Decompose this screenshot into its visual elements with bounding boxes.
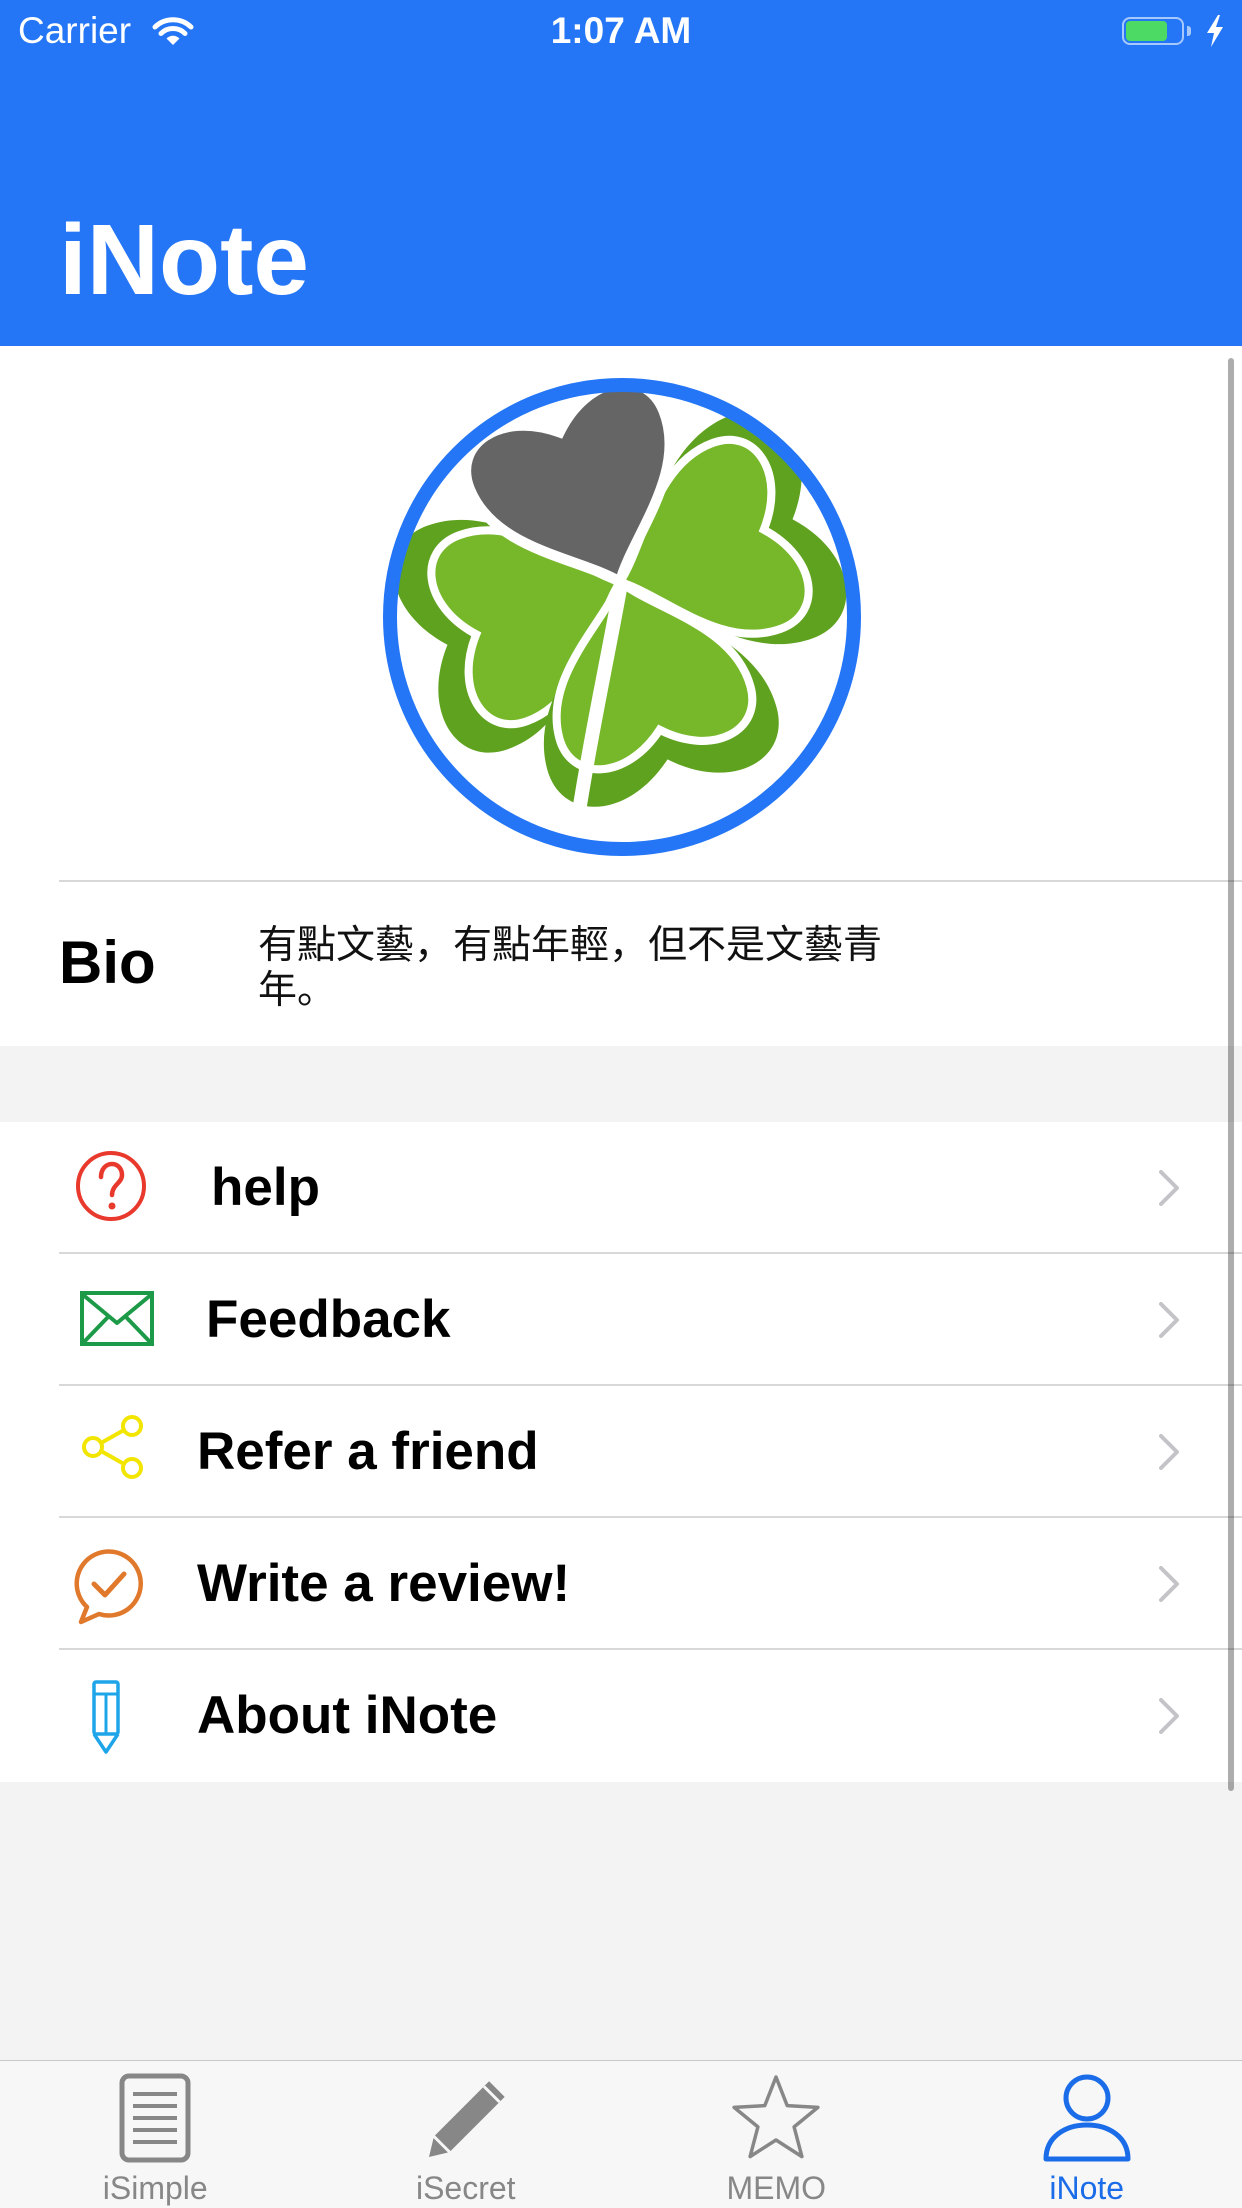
bio-label: Bio xyxy=(59,929,156,996)
chat-check-icon xyxy=(74,1549,143,1625)
menu-item-label: About iNote xyxy=(197,1686,498,1745)
battery-icon xyxy=(1122,17,1184,45)
tab-label: MEMO xyxy=(726,2170,827,2206)
bio-text: 有點文藝，有點年輕，但不是文藝青年。 xyxy=(258,924,883,1012)
menu-item-about[interactable]: About iNote xyxy=(0,1650,1242,1782)
pencil-icon xyxy=(428,2081,505,2157)
chevron-right-icon xyxy=(1159,1566,1179,1602)
share-icon xyxy=(82,1415,143,1479)
page-title: iNote xyxy=(59,204,309,316)
settings-menu: help Feedback Refer a friend Write a rev… xyxy=(0,1122,1242,1782)
charging-bolt-icon xyxy=(1207,15,1223,47)
pencil-outline-icon xyxy=(92,1680,120,1754)
tab-label: iSimple xyxy=(102,2170,208,2206)
avatar[interactable] xyxy=(382,377,862,857)
tab-isimple[interactable]: iSimple xyxy=(0,2061,311,2208)
menu-item-label: help xyxy=(211,1158,320,1217)
clock-time: 1:07 AM xyxy=(550,10,692,51)
chevron-right-icon xyxy=(1159,1170,1179,1206)
envelope-icon xyxy=(80,1291,154,1346)
battery-track xyxy=(1126,21,1180,41)
menu-item-write-review[interactable]: Write a review! xyxy=(0,1518,1242,1650)
profile-section: Bio 有點文藝，有點年輕，但不是文藝青年。 xyxy=(0,346,1242,1046)
menu-item-refer-friend[interactable]: Refer a friend xyxy=(0,1386,1242,1518)
menu-item-label: Refer a friend xyxy=(197,1422,539,1481)
tab-inote[interactable]: iNote xyxy=(932,2061,1242,2208)
tab-memo[interactable]: MEMO xyxy=(621,2061,932,2208)
menu-item-feedback[interactable]: Feedback xyxy=(0,1254,1242,1386)
chevron-right-icon xyxy=(1159,1698,1179,1734)
scroll-indicator[interactable] xyxy=(1228,358,1234,1791)
menu-item-help[interactable]: help xyxy=(0,1122,1242,1254)
battery-fill xyxy=(1126,21,1167,41)
tab-label: iNote xyxy=(1049,2170,1125,2206)
person-icon xyxy=(1043,2074,1131,2162)
chevron-right-icon xyxy=(1159,1434,1179,1470)
tab-bar: iSimple iSecret MEMO iNote xyxy=(0,2060,1242,2208)
document-icon xyxy=(119,2073,191,2163)
tab-label: iSecret xyxy=(415,2170,516,2206)
navigation-header: Carrier 1:07 AM iNote xyxy=(0,0,1242,346)
menu-item-label: Write a review! xyxy=(197,1554,571,1613)
tab-isecret[interactable]: iSecret xyxy=(311,2061,622,2208)
question-circle-icon xyxy=(76,1151,146,1221)
menu-item-label: Feedback xyxy=(206,1290,451,1349)
battery-nub xyxy=(1187,26,1191,36)
bio-row[interactable]: Bio 有點文藝，有點年輕，但不是文藝青年。 xyxy=(0,882,1242,1046)
star-icon xyxy=(732,2075,820,2159)
chevron-right-icon xyxy=(1159,1302,1179,1338)
